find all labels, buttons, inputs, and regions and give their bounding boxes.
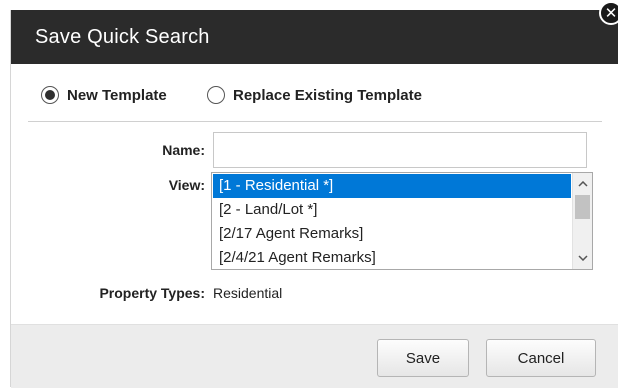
dialog-footer: Save Cancel (11, 324, 618, 388)
new-template-option[interactable]: New Template (41, 86, 167, 104)
scrollbar-thumb[interactable] (575, 195, 590, 219)
replace-existing-option[interactable]: Replace Existing Template (207, 86, 422, 104)
view-list: [1 - Residential *] [2 - Land/Lot *] [2/… (213, 174, 571, 269)
view-option[interactable]: [2/4/21 Agent Remarks] (213, 246, 571, 269)
name-input[interactable] (213, 132, 587, 168)
dialog-title: Save Quick Search (35, 26, 210, 48)
scroll-up-icon[interactable] (573, 174, 592, 194)
options-divider (28, 121, 602, 122)
cancel-button[interactable]: Cancel (486, 339, 596, 377)
view-scrollbar[interactable] (572, 173, 592, 269)
close-icon[interactable]: ✕ (599, 1, 618, 25)
scroll-down-icon[interactable] (573, 248, 592, 268)
new-template-radio[interactable] (41, 86, 59, 104)
dialog-titlebar: Save Quick Search (11, 10, 618, 64)
template-options: New Template Replace Existing Template (11, 64, 618, 122)
property-types-value: Residential (213, 285, 283, 301)
replace-existing-radio[interactable] (207, 86, 225, 104)
save-button[interactable]: Save (377, 339, 469, 377)
new-template-label: New Template (67, 86, 167, 104)
view-option[interactable]: [2 - Land/Lot *] (213, 198, 571, 222)
radio-selected-dot (45, 90, 55, 100)
name-label: Name: (162, 142, 205, 158)
view-label: View: (168, 177, 205, 193)
view-option[interactable]: [2/17 Agent Remarks] (213, 222, 571, 246)
save-quick-search-dialog: Save Quick Search ✕ New Template Replace… (10, 1, 618, 388)
replace-existing-label: Replace Existing Template (233, 86, 422, 104)
view-option[interactable]: [1 - Residential *] (213, 174, 571, 198)
property-types-label: Property Types: (99, 285, 205, 301)
view-listbox[interactable]: [1 - Residential *] [2 - Land/Lot *] [2/… (211, 172, 593, 270)
